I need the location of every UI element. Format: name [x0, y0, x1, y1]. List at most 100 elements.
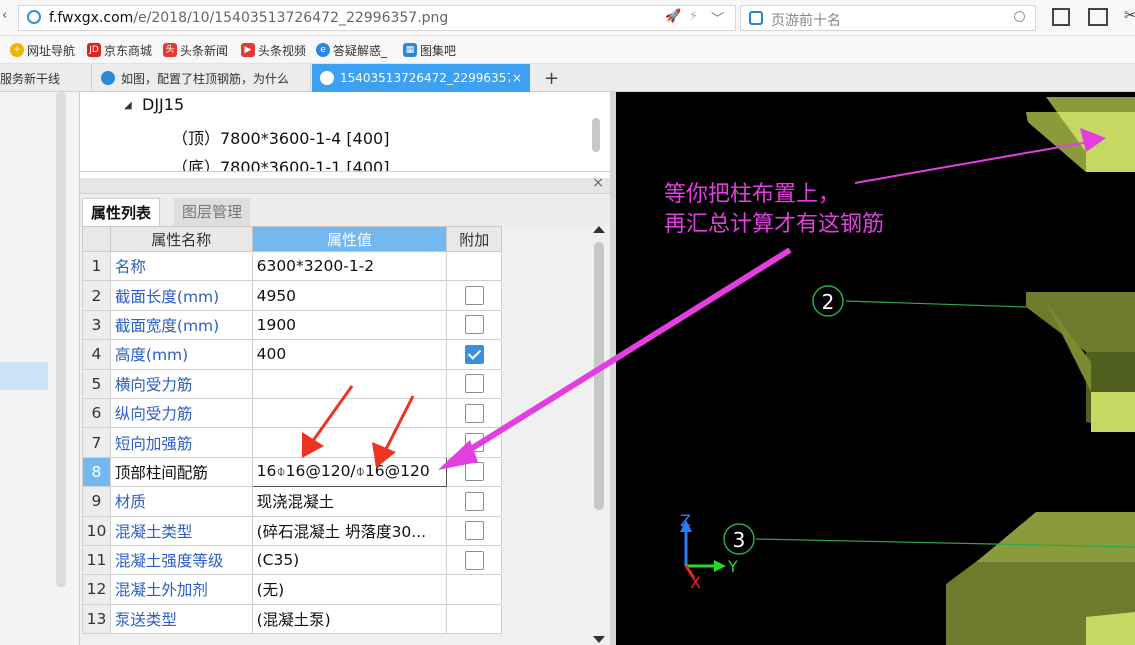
add-cell	[446, 309, 502, 341]
page-content: ◢ DJJ15 （顶）7800*3600-1-4 [400] （底）7800*3…	[0, 92, 1135, 645]
search-input[interactable]: 页游前十名	[740, 5, 1036, 31]
row-number: 9	[82, 486, 111, 517]
search-icon[interactable]	[1014, 11, 1025, 22]
scissors-icon[interactable]: ✂	[1124, 6, 1135, 24]
rocket-icon[interactable]: 🚀	[665, 9, 681, 24]
scroll-down-icon[interactable]	[593, 636, 605, 643]
left-scrollbar[interactable]	[56, 92, 66, 587]
tree-node-djj15[interactable]: DJJ15	[142, 95, 184, 114]
property-value[interactable]: 4950	[251, 280, 448, 311]
left-selected-item[interactable]	[0, 362, 48, 390]
chevron-down-icon[interactable]: ﹀	[711, 8, 724, 27]
property-value[interactable]: (混凝土泵)	[251, 603, 448, 635]
add-checkbox[interactable]	[464, 403, 484, 423]
ie-icon: e	[316, 43, 330, 57]
tab-question[interactable]: 如图，配置了柱顶钢筋，为什么	[93, 64, 311, 92]
tree-node-bottom[interactable]: （底）7800*3600-1-1 [400]	[172, 154, 389, 171]
add-checkbox[interactable]	[464, 433, 484, 453]
property-value[interactable]: 6300*3200-1-2	[251, 250, 448, 282]
scroll-up-icon[interactable]	[593, 226, 605, 233]
property-value[interactable]	[251, 427, 448, 458]
table-row[interactable]: 2 截面长度(mm) 4950	[82, 280, 502, 311]
property-value[interactable]: (C35)	[251, 544, 448, 576]
add-checkbox[interactable]	[464, 550, 484, 570]
gallery-icon: ▦	[403, 43, 417, 57]
tree-node-top[interactable]: （顶）7800*3600-1-4 [400]	[172, 125, 389, 149]
add-checkbox[interactable]	[464, 521, 484, 541]
table-row[interactable]: 8 顶部柱间配筋 16⌽16@120/⌽16@120	[82, 456, 502, 488]
bookmark-toutiao-video[interactable]: ▶ 头条视频	[241, 41, 306, 59]
property-value[interactable]: 400	[251, 339, 448, 370]
add-checkbox[interactable]	[464, 315, 484, 335]
add-cell	[446, 427, 502, 458]
add-checkbox[interactable]	[464, 374, 484, 394]
tab-image[interactable]: 15403513726472_22996357. ×	[312, 64, 530, 92]
foundation-block	[1086, 612, 1135, 645]
close-icon[interactable]: ×	[592, 175, 604, 191]
property-scrollbar[interactable]	[590, 226, 608, 645]
property-table: 属性名称 属性值 附加 1 名称 6300*3200-1-2 2 截面长度(mm) 495…	[82, 226, 502, 635]
row-number: 2	[82, 280, 111, 311]
table-row[interactable]: 3 截面宽度(mm) 1900	[82, 309, 502, 341]
add-checkbox[interactable]	[464, 462, 484, 482]
table-row[interactable]: 10 混凝土类型 (碎石混凝土 坍落度30...	[82, 515, 502, 546]
left-panel	[0, 92, 80, 645]
lightning-icon[interactable]: ⚡	[689, 9, 698, 24]
3d-viewport[interactable]: 2 3 Z Y X 等你把柱布置上， 再汇总计算才有这钢筋	[616, 92, 1135, 645]
table-row[interactable]: 13 泵送类型 (混凝土泵)	[82, 603, 502, 635]
table-row[interactable]: 1 名称 6300*3200-1-2	[82, 250, 502, 282]
component-tree: ◢ DJJ15 （顶）7800*3600-1-4 [400] （底）7800*3…	[80, 92, 610, 172]
add-cell	[446, 515, 502, 546]
ie-icon	[101, 71, 115, 85]
property-value[interactable]: (碎石混凝土 坍落度30...	[251, 515, 448, 546]
property-name: 纵向受力筋	[109, 397, 253, 429]
add-checkbox[interactable]	[464, 491, 484, 511]
axis-marker-label: 2	[822, 290, 835, 314]
table-row[interactable]: 11 混凝土强度等级 (C35)	[82, 544, 502, 576]
tree-scrollbar[interactable]	[592, 118, 600, 152]
x-axis-label: X	[690, 573, 701, 592]
property-value[interactable]	[251, 368, 448, 399]
reader-icon[interactable]	[1088, 8, 1108, 26]
table-row[interactable]: 9 材质 现浇混凝土	[82, 486, 502, 517]
table-row[interactable]: 7 短向加强筋	[82, 427, 502, 458]
row-number: 5	[82, 368, 111, 399]
property-value[interactable]: 现浇混凝土	[251, 486, 448, 517]
add-checkbox[interactable]	[464, 286, 484, 306]
url-input[interactable]: f.fwxgx.com/e/2018/10/15403513726472_229…	[18, 5, 736, 31]
add-cell	[446, 368, 502, 399]
close-tab-icon[interactable]: ×	[512, 71, 522, 85]
property-value[interactable]: 16⌽16@120/⌽16@120	[251, 456, 448, 488]
y-axis-label: Y	[727, 557, 738, 576]
property-name: 短向加强筋	[109, 427, 253, 458]
table-row[interactable]: 6 纵向受力筋	[82, 397, 502, 429]
bookmark-toutiao-news[interactable]: 头头条新闻	[163, 41, 228, 59]
add-cell	[446, 574, 502, 605]
add-checkbox[interactable]	[464, 344, 484, 364]
property-value[interactable]: 1900	[251, 309, 448, 341]
bookmark-nav[interactable]: + 网址导航	[10, 41, 75, 59]
bookmark-qa[interactable]: e 答疑解惑_	[316, 41, 387, 59]
bookmark-gallery[interactable]: ▦ 图集吧	[403, 41, 456, 59]
property-name: 材质	[109, 486, 253, 517]
tab-service[interactable]: 服务新干线	[0, 64, 92, 92]
y-axis-arrow	[714, 560, 726, 572]
tab-property-list[interactable]: 属性列表	[82, 198, 161, 226]
back-icon[interactable]: ‹	[2, 8, 7, 23]
property-value[interactable]: (无)	[251, 574, 448, 605]
apps-icon[interactable]	[1052, 8, 1070, 26]
table-row[interactable]: 4 高度(mm) 400	[82, 339, 502, 370]
row-number: 4	[82, 339, 111, 370]
row-number: 7	[82, 427, 111, 458]
table-row[interactable]: 5 横向受力筋	[82, 368, 502, 399]
new-tab-button[interactable]: +	[536, 64, 560, 92]
property-value[interactable]	[251, 397, 448, 429]
toutiao-icon: 头	[163, 43, 177, 57]
bookmark-jd[interactable]: JD 京东商城	[87, 41, 152, 59]
tab-layer-management[interactable]: 图层管理	[174, 198, 251, 226]
scroll-thumb[interactable]	[594, 242, 604, 510]
search-placeholder: 页游前十名	[771, 13, 841, 29]
table-row[interactable]: 12 混凝土外加剂 (无)	[82, 574, 502, 605]
expand-triangle-icon[interactable]: ◢	[124, 100, 132, 111]
property-name: 高度(mm)	[109, 339, 253, 370]
